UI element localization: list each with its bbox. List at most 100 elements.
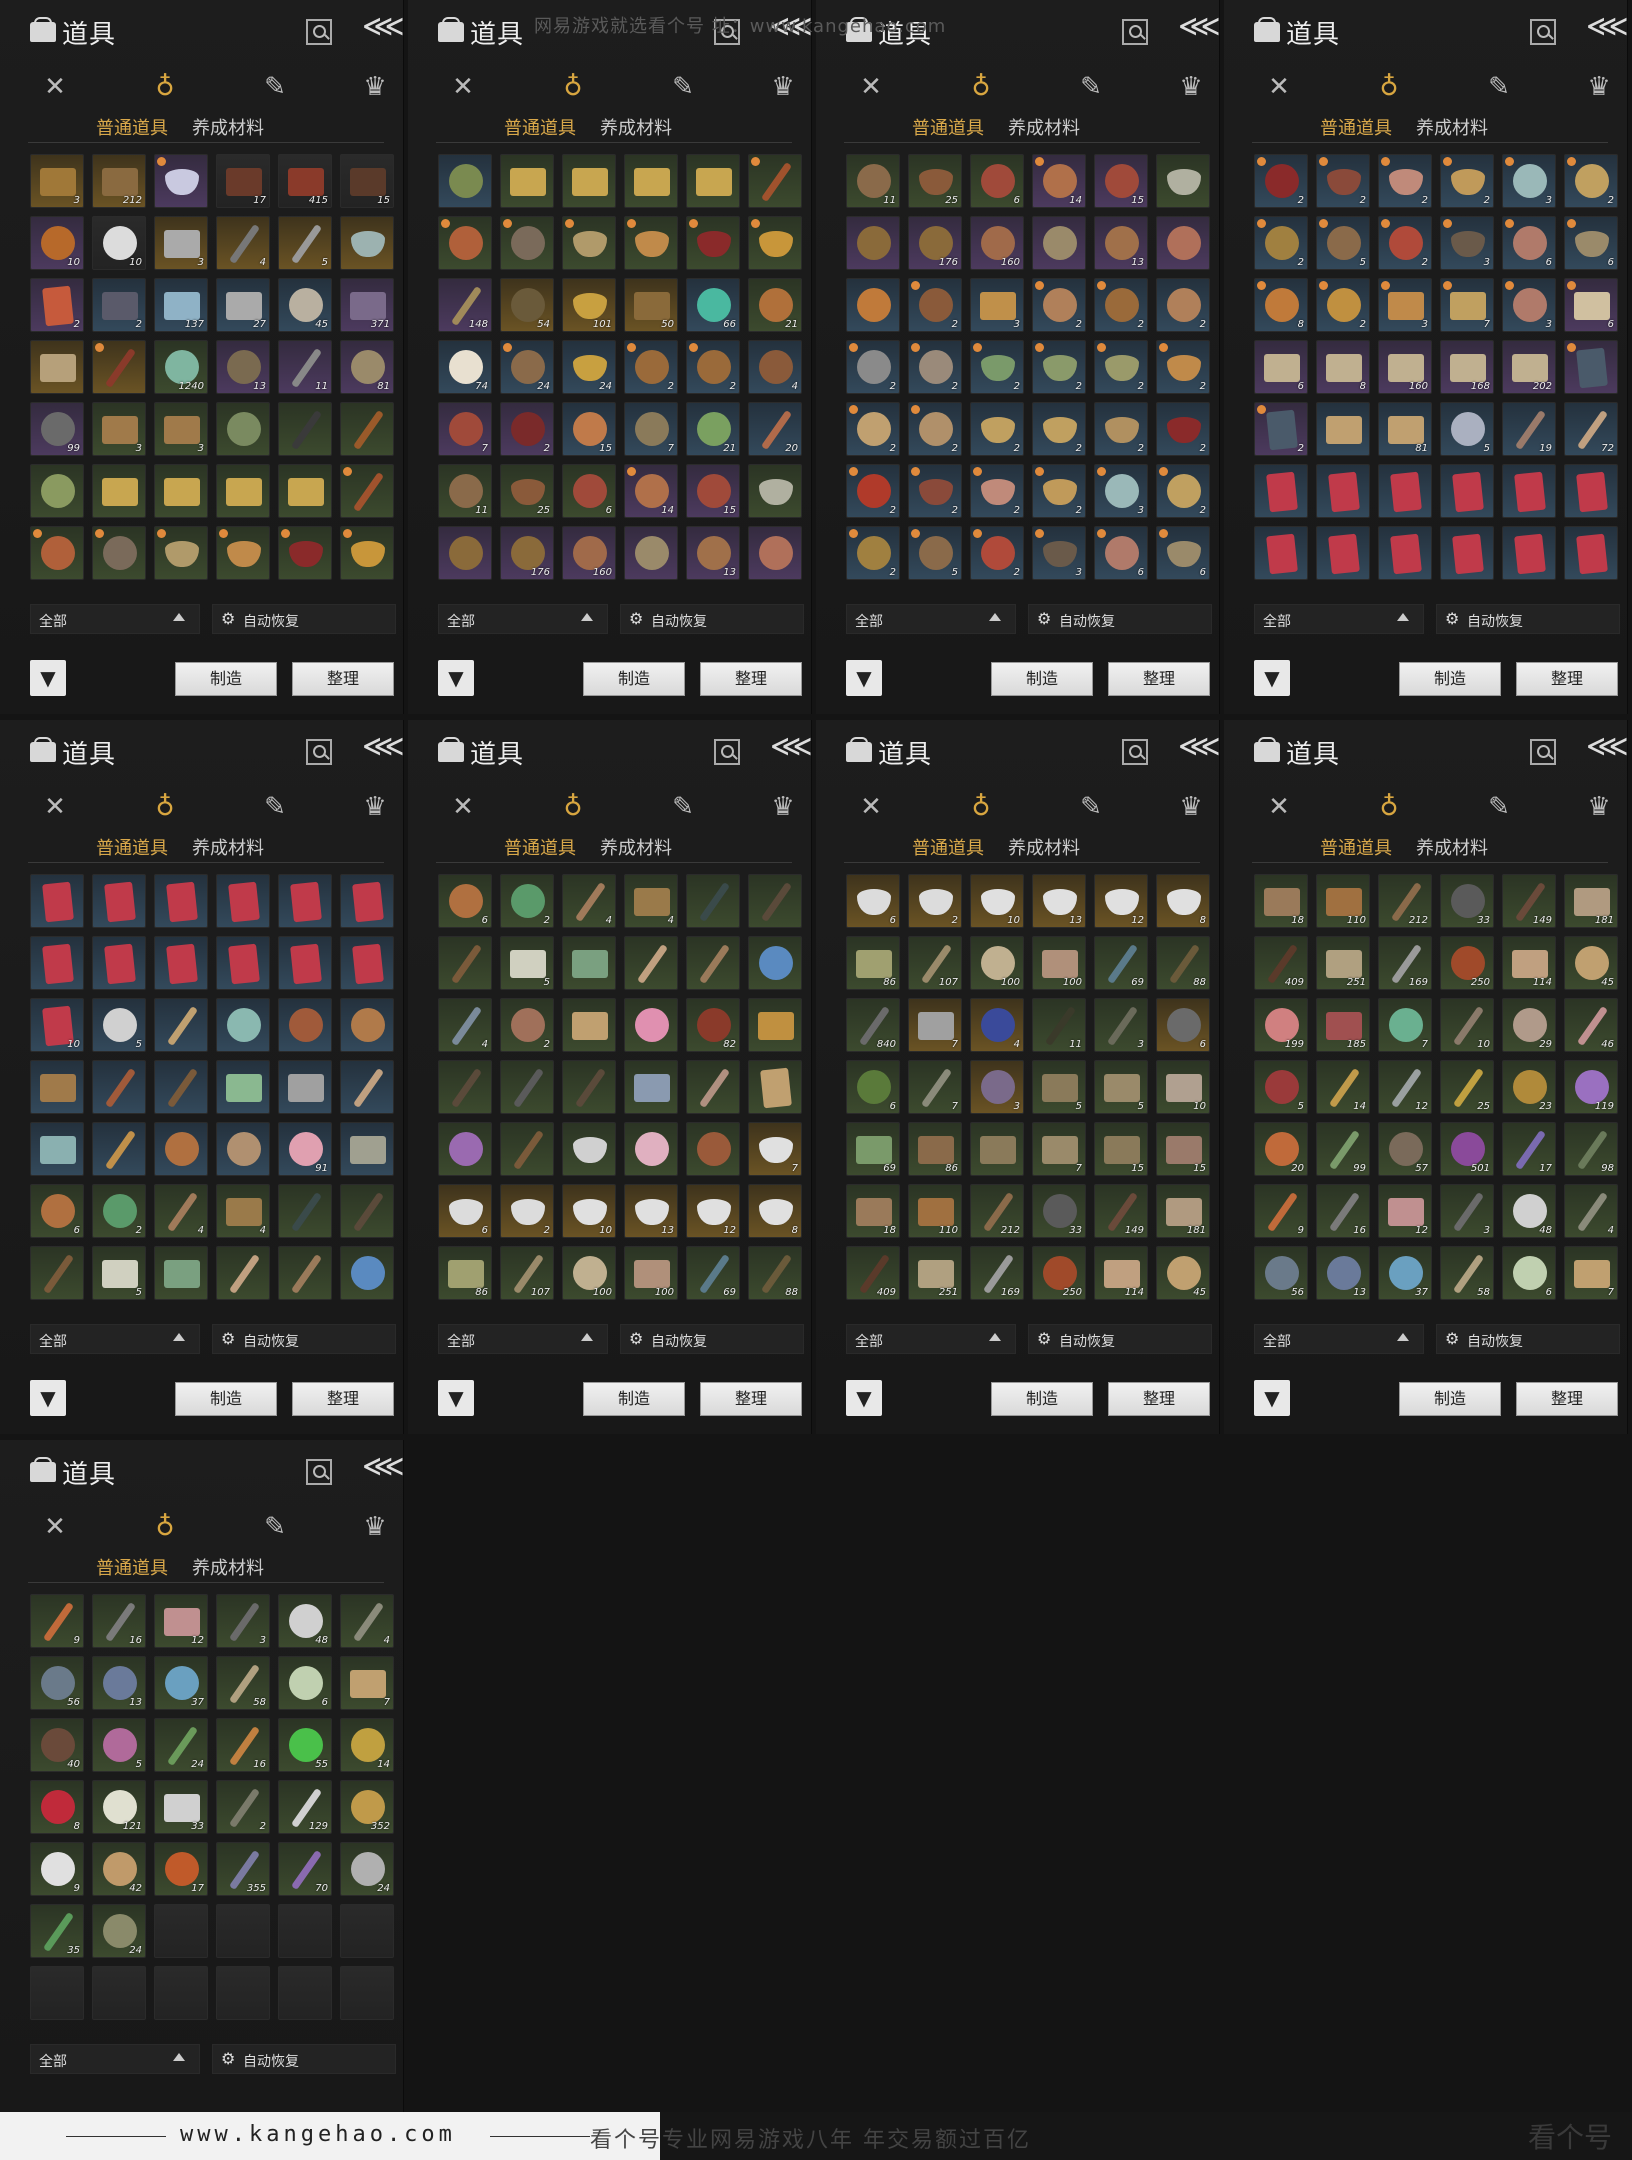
item-slot[interactable]: 3 xyxy=(154,402,208,456)
badge-icon[interactable]: ♛ xyxy=(1174,790,1208,824)
item-slot[interactable]: 149 xyxy=(1094,1184,1148,1238)
item-slot[interactable]: 160 xyxy=(1378,340,1432,394)
item-slot[interactable]: 4 xyxy=(562,874,616,928)
item-slot[interactable] xyxy=(1316,402,1370,456)
item-slot[interactable] xyxy=(216,464,270,518)
item-slot[interactable]: 2 xyxy=(624,340,678,394)
item-slot[interactable]: 2 xyxy=(1094,402,1148,456)
item-slot[interactable]: 66 xyxy=(686,278,740,332)
item-slot[interactable] xyxy=(748,216,802,270)
item-slot[interactable]: 2 xyxy=(1254,402,1308,456)
item-slot[interactable]: 2 xyxy=(908,874,962,928)
search-icon[interactable] xyxy=(1122,19,1148,45)
item-slot[interactable] xyxy=(686,874,740,928)
make-button[interactable]: 制造 xyxy=(583,1382,685,1416)
item-slot[interactable]: 42 xyxy=(92,1842,146,1896)
item-slot[interactable]: 137 xyxy=(154,278,208,332)
item-slot[interactable]: 13 xyxy=(686,526,740,580)
item-slot[interactable] xyxy=(340,1904,394,1958)
item-slot[interactable]: 27 xyxy=(216,278,270,332)
bag-icon[interactable]: ♁ xyxy=(1372,790,1406,824)
item-slot[interactable] xyxy=(624,998,678,1052)
item-slot[interactable]: 840 xyxy=(846,998,900,1052)
item-slot[interactable]: 6 xyxy=(1254,340,1308,394)
item-slot[interactable] xyxy=(970,1122,1024,1176)
item-slot[interactable]: 13 xyxy=(1094,216,1148,270)
item-slot[interactable]: 2 xyxy=(500,998,554,1052)
item-slot[interactable]: 16 xyxy=(216,1718,270,1772)
scroll-icon[interactable]: ✎ xyxy=(1074,790,1108,824)
item-slot[interactable]: 14 xyxy=(340,1718,394,1772)
item-slot[interactable]: 2 xyxy=(908,464,962,518)
item-slot[interactable]: 2 xyxy=(1254,154,1308,208)
item-slot[interactable] xyxy=(624,1122,678,1176)
item-slot[interactable]: 2 xyxy=(1254,216,1308,270)
item-slot[interactable]: 181 xyxy=(1564,874,1618,928)
item-slot[interactable]: 6 xyxy=(1564,278,1618,332)
item-slot[interactable] xyxy=(340,526,394,580)
item-slot[interactable]: 110 xyxy=(908,1184,962,1238)
item-slot[interactable]: 2 xyxy=(908,340,962,394)
item-slot[interactable]: 86 xyxy=(438,1246,492,1300)
collapse-arrow-icon[interactable]: ⋘ xyxy=(1586,12,1627,42)
item-slot[interactable]: 212 xyxy=(970,1184,1024,1238)
item-slot[interactable]: 110 xyxy=(1316,874,1370,928)
item-slot[interactable]: 12 xyxy=(1094,874,1148,928)
item-slot[interactable]: 14 xyxy=(1316,1060,1370,1114)
item-slot[interactable] xyxy=(748,998,802,1052)
item-slot[interactable]: 2 xyxy=(1156,464,1210,518)
item-slot[interactable] xyxy=(216,1966,270,2020)
item-slot[interactable]: 4 xyxy=(748,340,802,394)
item-slot[interactable] xyxy=(846,278,900,332)
item-slot[interactable] xyxy=(154,1904,208,1958)
item-slot[interactable]: 74 xyxy=(438,340,492,394)
item-slot[interactable]: 81 xyxy=(1378,402,1432,456)
item-slot[interactable] xyxy=(278,402,332,456)
filter-select[interactable]: 全部 xyxy=(846,1324,1016,1354)
scroll-icon[interactable]: ✎ xyxy=(258,1510,292,1544)
filter-select[interactable]: 全部 xyxy=(30,1324,200,1354)
item-slot[interactable]: 250 xyxy=(1440,936,1494,990)
item-slot[interactable]: 5 xyxy=(92,1718,146,1772)
item-slot[interactable]: 7 xyxy=(748,1122,802,1176)
bag-icon[interactable]: ♁ xyxy=(556,790,590,824)
item-slot[interactable] xyxy=(216,998,270,1052)
item-slot[interactable] xyxy=(748,1060,802,1114)
banner-url[interactable]: www.kangehao.com xyxy=(180,2122,456,2147)
item-slot[interactable] xyxy=(278,1904,332,1958)
bag-icon[interactable]: ♁ xyxy=(148,1510,182,1544)
item-slot[interactable]: 3 xyxy=(1094,998,1148,1052)
item-slot[interactable]: 100 xyxy=(970,936,1024,990)
item-slot[interactable]: 149 xyxy=(1502,874,1556,928)
item-slot[interactable]: 86 xyxy=(846,936,900,990)
item-slot[interactable]: 2 xyxy=(846,464,900,518)
badge-icon[interactable]: ♛ xyxy=(1582,70,1616,104)
item-slot[interactable] xyxy=(154,1246,208,1300)
item-slot[interactable]: 33 xyxy=(1440,874,1494,928)
item-slot[interactable]: 5 xyxy=(908,526,962,580)
item-slot[interactable]: 6 xyxy=(1564,216,1618,270)
item-slot[interactable]: 55 xyxy=(278,1718,332,1772)
weapons-icon[interactable]: ✕ xyxy=(854,70,888,104)
item-slot[interactable] xyxy=(340,1966,394,2020)
filter-icon[interactable]: ▼ xyxy=(30,1380,66,1416)
item-slot[interactable] xyxy=(1378,526,1432,580)
item-slot[interactable]: 37 xyxy=(1378,1246,1432,1300)
search-icon[interactable] xyxy=(306,739,332,765)
tab-growth-materials[interactable]: 养成材料 xyxy=(600,114,672,140)
item-slot[interactable] xyxy=(278,1184,332,1238)
item-slot[interactable]: 7 xyxy=(1564,1246,1618,1300)
item-slot[interactable] xyxy=(1254,464,1308,518)
item-slot[interactable] xyxy=(154,1122,208,1176)
item-slot[interactable] xyxy=(438,526,492,580)
make-button[interactable]: 制造 xyxy=(583,662,685,696)
item-slot[interactable]: 251 xyxy=(908,1246,962,1300)
item-slot[interactable]: 10 xyxy=(30,998,84,1052)
item-slot[interactable] xyxy=(748,154,802,208)
item-slot[interactable]: 24 xyxy=(154,1718,208,1772)
item-slot[interactable] xyxy=(154,998,208,1052)
item-slot[interactable]: 148 xyxy=(438,278,492,332)
item-slot[interactable] xyxy=(562,998,616,1052)
item-slot[interactable] xyxy=(30,340,84,394)
collapse-arrow-icon[interactable]: ⋘ xyxy=(770,732,811,762)
